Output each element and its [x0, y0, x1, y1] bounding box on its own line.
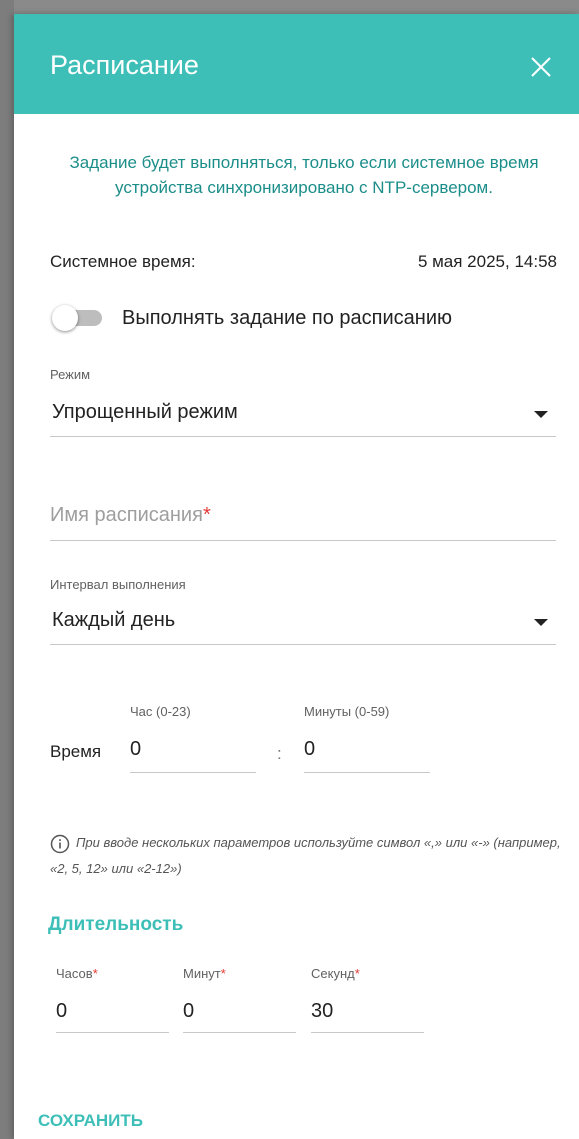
duration-hours-input[interactable]: 0 — [56, 994, 169, 1033]
minute-input-value: 0 — [304, 738, 316, 760]
info-icon — [50, 834, 70, 853]
duration-title: Длительность — [48, 914, 184, 935]
interval-select[interactable]: Каждый день — [50, 600, 556, 645]
toggle-knob — [52, 305, 78, 331]
chevron-down-icon — [534, 619, 548, 626]
hint-text: При вводе нескольких параметров использу… — [50, 835, 561, 876]
hours-label: Часов* — [56, 966, 98, 981]
duration-minutes-input[interactable]: 0 — [183, 994, 296, 1033]
ntp-notice: Задание будет выполняться, только если с… — [69, 153, 539, 197]
system-time-label: Системное время: — [50, 252, 196, 271]
duration-minutes-value: 0 — [183, 1000, 195, 1022]
schedule-toggle[interactable] — [52, 305, 104, 331]
interval-label: Интервал выполнения — [50, 577, 186, 592]
interval-select-value: Каждый день — [52, 609, 176, 631]
duration-seconds-value: 30 — [311, 1000, 334, 1022]
seconds-label: Секунд* — [311, 966, 360, 981]
schedule-toggle-label: Выполнять задание по расписанию — [122, 307, 452, 329]
close-button[interactable] — [526, 52, 556, 82]
minute-label: Минуты (0-59) — [304, 704, 390, 719]
duration-hours-value: 0 — [56, 1000, 68, 1022]
mode-label: Режим — [50, 367, 91, 382]
hour-label: Час (0-23) — [130, 704, 191, 719]
minute-input[interactable]: 0 — [304, 726, 430, 773]
dialog-header: Расписание — [14, 14, 579, 114]
duration-seconds-input[interactable]: 30 — [311, 994, 424, 1033]
background-overlay — [0, 0, 14, 1139]
close-icon — [531, 57, 551, 77]
save-button[interactable]: СОХРАНИТЬ — [38, 1111, 143, 1131]
required-mark: * — [202, 504, 211, 526]
dialog-title: Расписание — [50, 50, 199, 80]
time-label: Время — [50, 742, 102, 761]
schedule-dialog: Расписание Задание будет выполняться, то… — [14, 14, 579, 1139]
minutes-label: Минут* — [183, 966, 226, 981]
input-hint: При вводе нескольких параметров использу… — [50, 830, 565, 882]
mode-select[interactable]: Упрощенный режим — [50, 392, 556, 437]
system-time-value: 5 мая 2025, 14:58 — [417, 252, 557, 271]
mode-select-value: Упрощенный режим — [52, 401, 238, 423]
time-separator: : — [277, 744, 282, 763]
schedule-name-placeholder: Имя расписания* — [50, 504, 211, 526]
schedule-name-input[interactable]: Имя расписания* — [50, 490, 556, 541]
hour-input-value: 0 — [130, 738, 142, 760]
hour-input[interactable]: 0 — [130, 726, 256, 773]
chevron-down-icon — [534, 411, 548, 418]
